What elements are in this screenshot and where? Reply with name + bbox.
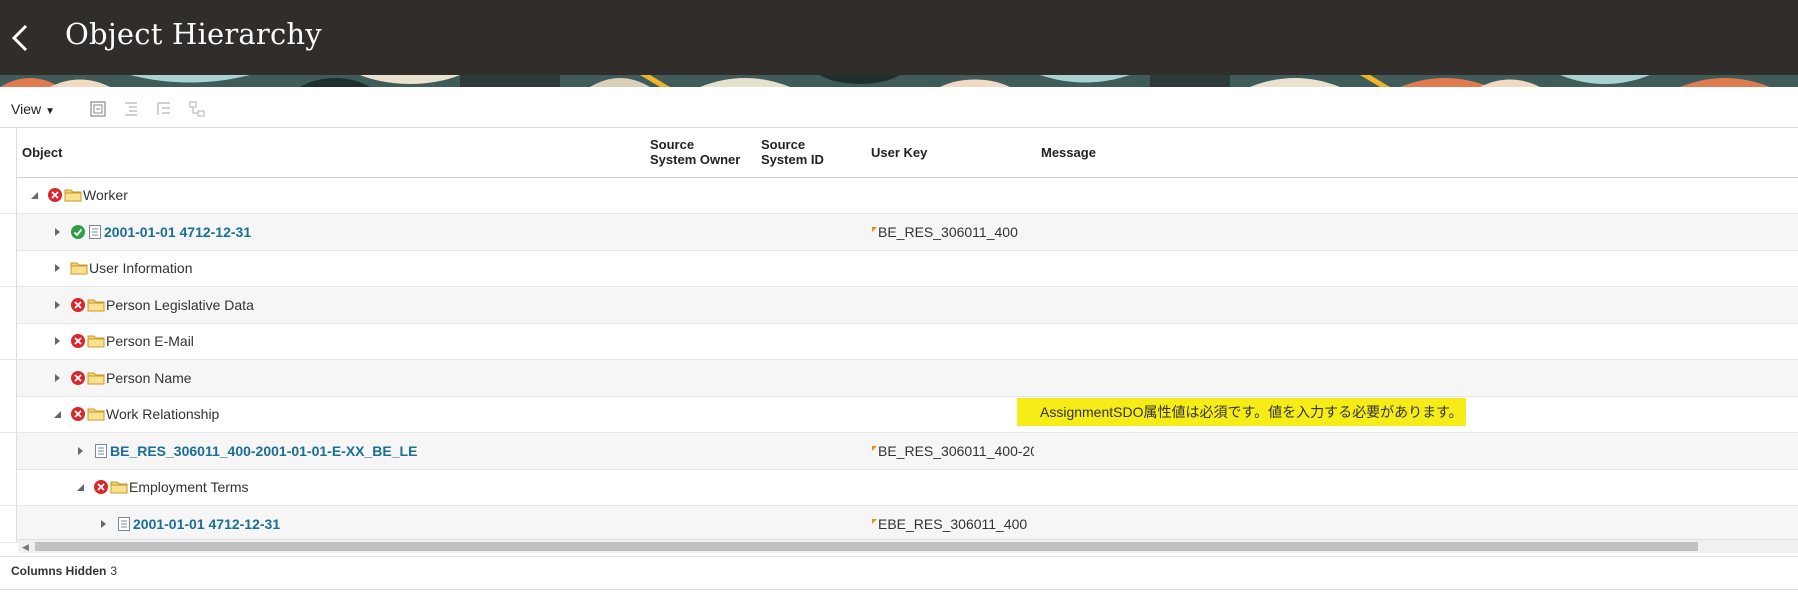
expand-icon[interactable]: [50, 261, 64, 275]
expand-icon[interactable]: [50, 371, 64, 385]
expand-icon[interactable]: [73, 444, 87, 458]
object-label: Person Name: [106, 369, 192, 386]
object-cell: Person Legislative Data: [50, 287, 254, 323]
user-key-cell: EBE_RES_306011_400: [872, 506, 1034, 542]
toolbar: View ▼: [0, 90, 1798, 128]
success-status-icon: [70, 224, 86, 240]
object-label: Person Legislative Data: [106, 296, 254, 313]
table-row[interactable]: User Information: [0, 250, 1798, 287]
object-cell: 2001-01-01 4712-12-31: [50, 214, 251, 250]
column-header-user-key[interactable]: User Key: [871, 145, 927, 160]
object-label: Work Relationship: [106, 406, 220, 422]
table-row[interactable]: Employment Terms: [0, 469, 1798, 506]
scroll-left-icon[interactable]: ◀: [22, 542, 29, 553]
error-status-icon: [70, 370, 86, 386]
object-cell: Worker: [27, 177, 128, 213]
folder-icon: [87, 297, 105, 313]
hierarchy-icon[interactable]: [188, 100, 206, 118]
object-link[interactable]: 2001-01-01 4712-12-31: [133, 516, 280, 532]
page-title: Object Hierarchy: [65, 17, 322, 51]
message-cell: AssignmentSDO属性値は必須です。値を入力する必要があります。: [1017, 398, 1466, 426]
flag-icon: [872, 444, 877, 458]
object-label: Employment Terms: [129, 479, 249, 495]
object-label: Person E-Mail: [106, 333, 194, 349]
flag-icon: [872, 517, 877, 531]
object-cell: 2001-01-01 4712-12-31: [96, 506, 280, 542]
object-link[interactable]: BE_RES_306011_400-2001-01-01-E-XX_BE_LE: [110, 443, 417, 459]
collapse-icon[interactable]: [73, 480, 87, 494]
document-icon: [116, 516, 132, 532]
expand-icon[interactable]: [96, 517, 110, 531]
table-row[interactable]: 2001-01-01 4712-12-31 EBE_RES_306011_400: [0, 505, 1798, 543]
document-icon: [87, 224, 103, 240]
table-header: Object Source System Owner Source System…: [0, 127, 1798, 178]
expand-all-icon[interactable]: [89, 100, 107, 118]
indent-icon[interactable]: [122, 100, 140, 118]
object-cell: Employment Terms: [73, 469, 249, 505]
table-row[interactable]: Person Name: [0, 359, 1798, 397]
table-row[interactable]: 2001-01-01 4712-12-31 BE_RES_306011_400: [0, 213, 1798, 251]
user-key-cell: BE_RES_306011_400: [872, 214, 1034, 250]
decorative-banner: [0, 75, 1798, 87]
table-row[interactable]: Work Relationship AssignmentSDO属性値は必須です。値…: [0, 396, 1798, 433]
user-key-cell: BE_RES_306011_400-20: [872, 433, 1034, 469]
object-cell: User Information: [50, 250, 192, 286]
object-link[interactable]: 2001-01-01 4712-12-31: [104, 224, 251, 240]
collapse-icon[interactable]: [27, 188, 41, 202]
outdent-icon[interactable]: [155, 100, 173, 118]
object-cell: Person Name: [50, 360, 192, 396]
object-label: Worker: [83, 187, 128, 203]
column-header-source-system-owner[interactable]: Source System Owner: [650, 137, 740, 167]
expand-icon[interactable]: [50, 298, 64, 312]
columns-hidden-count: 3: [110, 564, 118, 578]
folder-icon: [87, 406, 105, 422]
object-cell: BE_RES_306011_400-2001-01-01-E-XX_BE_LE: [73, 433, 417, 469]
error-status-icon: [70, 297, 86, 313]
folder-icon: [110, 479, 128, 495]
object-cell: Person E-Mail: [50, 323, 194, 359]
caret-down-icon: ▼: [45, 106, 55, 117]
object-cell: Work Relationship: [50, 396, 219, 432]
error-status-icon: [93, 479, 109, 495]
column-header-object[interactable]: Object: [22, 145, 62, 160]
chevron-left-icon: [11, 24, 28, 52]
table-row[interactable]: Person E-Mail: [0, 323, 1798, 360]
view-menu-label: View: [11, 101, 42, 117]
flag-icon: [872, 225, 877, 239]
error-status-icon: [70, 333, 86, 349]
view-menu-button[interactable]: View ▼: [11, 101, 55, 117]
folder-icon: [70, 260, 88, 276]
column-header-source-system-id[interactable]: Source System ID: [761, 137, 824, 167]
table-row[interactable]: BE_RES_306011_400-2001-01-01-E-XX_BE_LE B…: [0, 432, 1798, 470]
horizontal-scrollbar[interactable]: ◀: [18, 539, 1798, 553]
collapse-icon[interactable]: [50, 407, 64, 421]
back-button[interactable]: [4, 20, 38, 56]
error-status-icon: [47, 187, 63, 203]
object-hierarchy-table: Object Source System Owner Source System…: [0, 127, 1798, 557]
expand-icon[interactable]: [50, 334, 64, 348]
scrollbar-thumb[interactable]: [35, 542, 1698, 551]
table-row[interactable]: Person Legislative Data: [0, 286, 1798, 324]
document-icon: [93, 443, 109, 459]
app-header: Object Hierarchy: [0, 0, 1798, 75]
columns-hidden-status: Columns Hidden 3: [11, 564, 118, 578]
object-label: User Information: [89, 260, 193, 276]
column-header-message[interactable]: Message: [1041, 145, 1096, 160]
table-row[interactable]: Worker: [0, 177, 1798, 214]
expand-icon[interactable]: [50, 225, 64, 239]
error-status-icon: [70, 406, 86, 422]
folder-icon: [64, 187, 82, 203]
folder-icon: [87, 333, 105, 349]
table-footer: Columns Hidden 3: [0, 556, 1798, 597]
folder-icon: [87, 370, 105, 386]
